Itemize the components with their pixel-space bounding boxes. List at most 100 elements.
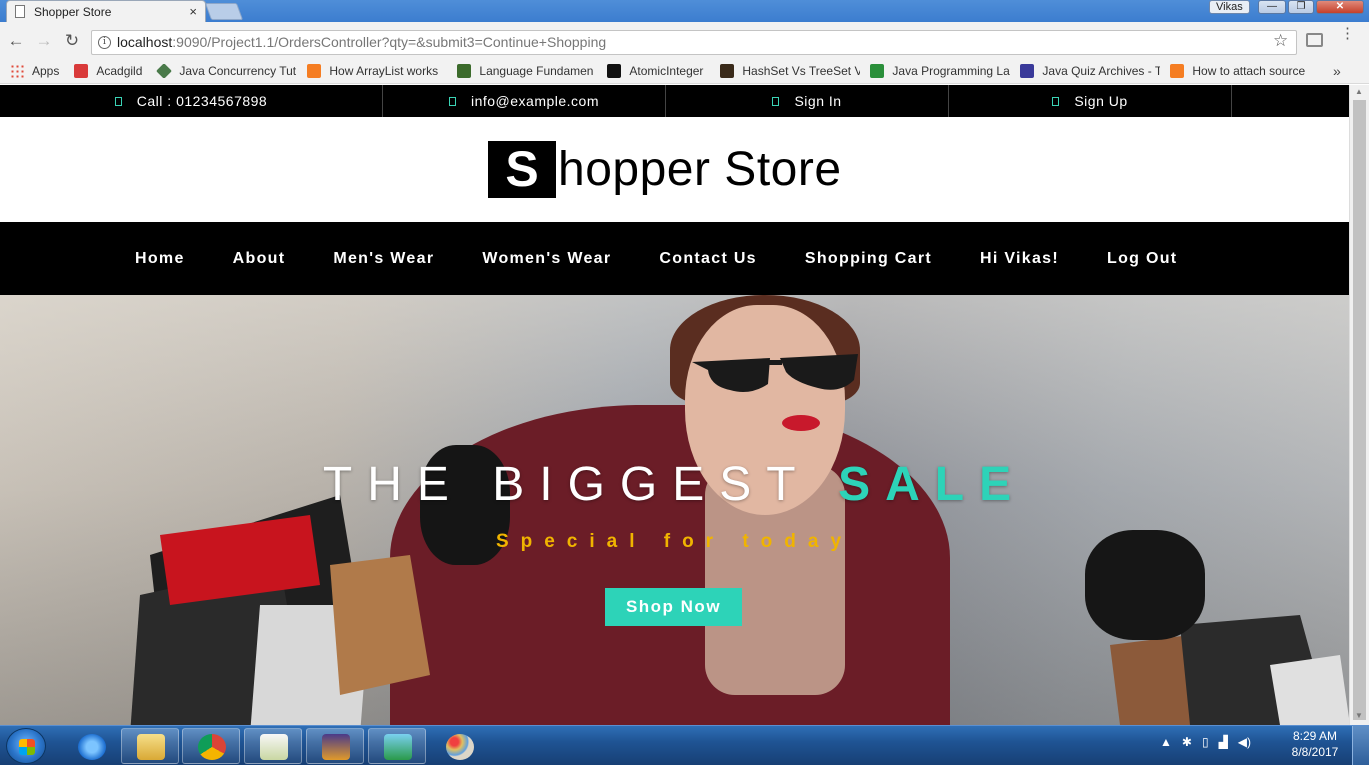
logo-initial: S — [488, 141, 556, 198]
bookmark-arraylist[interactable]: How ArrayList works — [297, 63, 447, 78]
bookmark-hashset[interactable]: HashSet Vs TreeSet V — [710, 63, 861, 78]
clock-time: 8:29 AM — [1292, 729, 1338, 743]
nav-womens-wear[interactable]: Women's Wear — [482, 250, 611, 268]
nav-home[interactable]: Home — [135, 250, 185, 268]
bookmark-java-programming[interactable]: Java Programming La — [860, 63, 1010, 78]
taskbar-clock[interactable]: 8:29 AM 8/8/2017 — [1285, 728, 1345, 760]
acadgild-icon — [74, 63, 89, 78]
profile-button[interactable]: Vikas — [1209, 0, 1250, 14]
page-scrollbar[interactable]: ▲ ▼ — [1349, 85, 1369, 725]
chrome-icon — [198, 734, 226, 760]
system-tray: ▲ ✱ ▯ ▟ ◀) — [1160, 735, 1251, 749]
bookmark-atomicinteger[interactable]: AtomicInteger — [597, 63, 710, 78]
cast-icon[interactable] — [1306, 33, 1323, 47]
bookmark-java-concurrency[interactable]: Java Concurrency Tut — [147, 63, 297, 78]
call-text: Call : 01234567898 — [136, 93, 268, 109]
reload-button[interactable]: ↻ — [62, 31, 82, 51]
hero-title-main: THE BIGGEST — [322, 458, 839, 511]
scroll-down-icon[interactable]: ▼ — [1355, 711, 1363, 720]
signal-icon[interactable]: ▟ — [1219, 735, 1228, 749]
maximize-button[interactable]: ❐ — [1288, 0, 1314, 14]
bookmark-label: How to attach source — [1192, 63, 1306, 78]
bookmark-apps[interactable]: Apps — [0, 63, 64, 78]
taskbar-eclipse[interactable] — [306, 728, 364, 764]
lock-icon — [1052, 96, 1060, 106]
start-button[interactable] — [6, 728, 46, 764]
taskbar-paint[interactable] — [430, 728, 488, 764]
nav-contact-us[interactable]: Contact Us — [659, 250, 756, 268]
scrollbar-thumb[interactable] — [1353, 100, 1366, 720]
nav-log-out[interactable]: Log Out — [1107, 250, 1177, 268]
apps-grid-icon — [10, 63, 24, 78]
diamond-icon — [156, 63, 173, 78]
java-ee-ide-icon — [322, 734, 350, 760]
taskbar-media-player[interactable] — [368, 728, 426, 764]
blogger-icon — [307, 63, 322, 78]
browser-tabstrip: Shopper Store × Vikas — ❐ ✕ — [0, 0, 1369, 22]
back-button[interactable]: ← — [6, 31, 26, 51]
book-icon — [720, 63, 735, 78]
tab-shopper-store[interactable]: Shopper Store × — [6, 0, 206, 22]
nav-mens-wear[interactable]: Men's Wear — [333, 250, 434, 268]
volume-icon[interactable]: ◀) — [1238, 735, 1251, 749]
close-window-button[interactable]: ✕ — [1316, 0, 1364, 14]
bookmark-acadgild[interactable]: Acadgild — [64, 63, 147, 78]
site-logo[interactable]: S hopper Store — [488, 141, 842, 198]
nav-shopping-cart[interactable]: Shopping Cart — [805, 250, 932, 268]
bookmark-label: Language Fundamen — [479, 63, 594, 78]
bookmark-language-fundamentals[interactable]: Language Fundamen — [447, 63, 597, 78]
nav-about[interactable]: About — [233, 250, 286, 268]
battery-icon[interactable]: ▯ — [1202, 735, 1209, 749]
nav-greeting[interactable]: Hi Vikas! — [980, 250, 1059, 268]
browser-menu-icon[interactable]: ⋮ — [1340, 26, 1355, 41]
site-topbar: Call : 01234567898 info@example.com Sign… — [0, 85, 1349, 117]
bookmark-label: How ArrayList works — [329, 63, 439, 78]
logo-text: hopper Store — [558, 143, 842, 196]
internet-explorer-icon — [78, 734, 106, 760]
address-bar[interactable]: i localhost:9090/Project1.1/OrdersContro… — [91, 30, 1297, 55]
bookmark-attach-source[interactable]: How to attach source — [1160, 63, 1310, 78]
bookmarks-bar: Apps Acadgild Java Concurrency Tut How A… — [0, 58, 1369, 84]
hero-title: THE BIGGEST SALE — [0, 457, 1349, 512]
j-icon — [607, 63, 622, 78]
shopping-bags-left — [130, 495, 430, 725]
paint-palette-icon — [446, 734, 474, 760]
bookmark-label: AtomicInteger — [629, 63, 704, 78]
email-link[interactable]: info@example.com — [383, 85, 666, 117]
java-programming-icon — [870, 63, 885, 78]
call-link[interactable]: Call : 01234567898 — [0, 85, 383, 117]
new-tab-button[interactable] — [204, 3, 244, 20]
taskbar-file-explorer[interactable] — [121, 728, 179, 764]
tab-title: Shopper Store — [34, 4, 112, 19]
bookmark-label: HashSet Vs TreeSet V — [742, 63, 861, 78]
minimize-button[interactable]: — — [1258, 0, 1286, 14]
show-hidden-icons-icon[interactable]: ▲ — [1160, 735, 1172, 749]
bookmark-star-icon[interactable]: ☆ — [1273, 31, 1288, 51]
sign-in-link[interactable]: Sign In — [666, 85, 949, 117]
sign-up-text: Sign Up — [1074, 93, 1128, 109]
windows-logo-icon — [19, 739, 35, 755]
info-icon[interactable]: i — [98, 36, 111, 49]
sign-up-link[interactable]: Sign Up — [949, 85, 1232, 117]
forward-button[interactable]: → — [34, 31, 54, 51]
shop-now-button[interactable]: Shop Now — [605, 588, 742, 626]
sign-in-text: Sign In — [794, 93, 842, 109]
media-player-icon — [384, 734, 412, 760]
bluetooth-icon[interactable]: ✱ — [1182, 735, 1192, 749]
tab-close-icon[interactable]: × — [189, 4, 197, 19]
show-desktop-button[interactable] — [1352, 726, 1369, 765]
taskbar-chrome[interactable] — [182, 728, 240, 764]
bookmarks-overflow-icon[interactable]: » — [1333, 63, 1341, 79]
clock-date: 8/8/2017 — [1291, 745, 1339, 759]
bookmark-java-quiz[interactable]: Java Quiz Archives - T — [1010, 63, 1160, 78]
taskbar-internet-explorer[interactable] — [62, 728, 120, 764]
bookmark-label: Java Programming La — [892, 63, 1010, 78]
envelope-icon — [448, 96, 456, 106]
bookmark-label: Acadgild — [96, 63, 143, 78]
folder-icon — [137, 734, 165, 760]
hero-title-accent: SALE — [838, 458, 1027, 511]
taskbar-notepad[interactable] — [244, 728, 302, 764]
quiz-icon — [1020, 63, 1035, 78]
sunglasses-graphic — [692, 354, 858, 392]
scroll-up-icon[interactable]: ▲ — [1355, 87, 1363, 96]
